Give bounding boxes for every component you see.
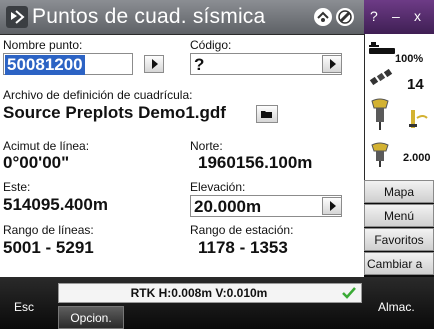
norte-value: 1960156.100m bbox=[198, 153, 313, 172]
codigo-value: ? bbox=[194, 55, 205, 74]
browse-file-button[interactable] bbox=[256, 105, 278, 123]
receiver-icon[interactable] bbox=[371, 98, 389, 135]
archivo-value: Source Preplots Demo1.gdf bbox=[3, 103, 226, 122]
este-label: Este: bbox=[3, 180, 31, 194]
elevacion-label: Elevación: bbox=[190, 180, 246, 194]
arrow-right-icon bbox=[330, 201, 336, 211]
elevacion-value: 20.000m bbox=[194, 197, 262, 216]
window-title: Puntos de cuad. sísmica bbox=[32, 5, 266, 28]
antenna-height: 2.000 bbox=[403, 152, 431, 164]
favorites-button[interactable]: Favoritos bbox=[364, 228, 434, 251]
switch-to-button[interactable]: Cambiar a bbox=[364, 252, 434, 275]
survey-rod-icon[interactable] bbox=[405, 104, 429, 135]
close-button[interactable]: x bbox=[414, 8, 421, 24]
acimut-value: 0°00'00" bbox=[3, 153, 70, 172]
nombre-punto-label: Nombre punto: bbox=[3, 38, 83, 52]
side-menu: Mapa Menú Favoritos Cambiar a bbox=[364, 178, 434, 276]
gnss-icon[interactable] bbox=[314, 8, 332, 26]
este-value: 514095.400m bbox=[3, 195, 108, 214]
elevacion-dropdown[interactable] bbox=[322, 197, 342, 215]
codigo-field[interactable]: ? bbox=[190, 53, 342, 75]
battery-level: 100% bbox=[395, 53, 424, 65]
store-softkey[interactable]: Almac. bbox=[378, 300, 415, 314]
rango-lineas-value: 5001 - 5291 bbox=[3, 238, 94, 257]
status-bar: RTK H:0.008m V:0.010m bbox=[58, 283, 362, 303]
satellite-icon[interactable] bbox=[369, 68, 393, 93]
menu-button[interactable]: Menú bbox=[364, 204, 434, 227]
battery-icon bbox=[369, 40, 397, 59]
arrow-right-icon bbox=[152, 59, 158, 69]
acimut-label: Acimut de línea: bbox=[3, 139, 90, 153]
elevacion-field[interactable]: 20.000m bbox=[190, 195, 342, 217]
title-bar: Puntos de cuad. sísmica bbox=[0, 0, 364, 35]
check-icon bbox=[342, 287, 356, 299]
arrow-right-icon bbox=[330, 59, 336, 69]
map-button[interactable]: Mapa bbox=[364, 180, 434, 203]
codigo-label: Código: bbox=[190, 38, 232, 52]
status-panel: 100% 14 2.000 bbox=[364, 34, 434, 193]
norte-label: Norte: bbox=[190, 139, 223, 153]
archivo-label: Archivo de definición de cuadrícula: bbox=[3, 88, 193, 102]
app-window: Puntos de cuad. sísmica ? – x Nombre pun… bbox=[0, 0, 434, 329]
help-button[interactable]: ? bbox=[370, 8, 378, 24]
system-corner: ? – x bbox=[364, 0, 434, 34]
minimize-button[interactable]: – bbox=[392, 8, 400, 24]
settings-icon[interactable] bbox=[336, 8, 354, 26]
rango-estacion-value: 1178 - 1353 bbox=[198, 238, 288, 257]
nombre-punto-field[interactable]: 50081200 bbox=[3, 53, 133, 75]
codigo-dropdown[interactable] bbox=[322, 55, 342, 73]
nombre-punto-dropdown[interactable] bbox=[144, 55, 164, 73]
folder-icon bbox=[261, 111, 272, 118]
form-panel: Nombre punto: 50081200 Código: ? Archivo… bbox=[0, 35, 364, 277]
rango-lineas-label: Rango de líneas: bbox=[3, 223, 94, 237]
app-icon[interactable] bbox=[6, 6, 28, 28]
esc-softkey[interactable]: Esc bbox=[14, 300, 34, 314]
rtk-precision: RTK H:0.008m V:0.010m bbox=[130, 286, 268, 300]
rango-estacion-label: Rango de estación: bbox=[190, 223, 294, 237]
satellite-count: 14 bbox=[407, 76, 424, 93]
antenna-icon[interactable] bbox=[371, 142, 389, 173]
options-softkey[interactable]: Opcion. bbox=[58, 306, 124, 329]
nombre-punto-value: 50081200 bbox=[5, 55, 85, 75]
